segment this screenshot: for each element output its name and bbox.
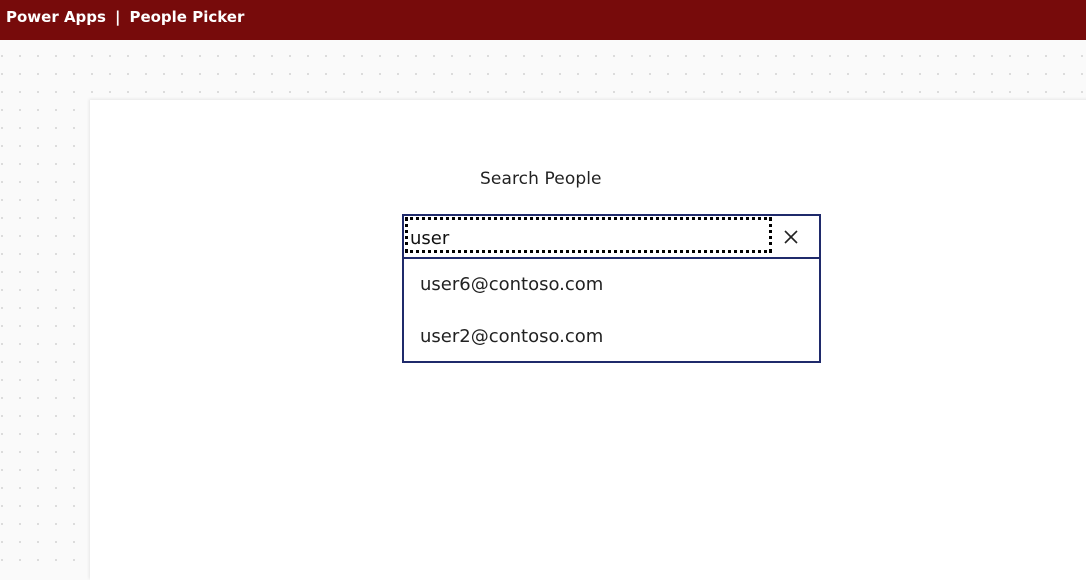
close-icon bbox=[784, 230, 798, 244]
search-label: Search People bbox=[480, 169, 602, 189]
app-header: Power Apps | People Picker bbox=[0, 0, 1086, 40]
result-item[interactable]: user2@contoso.com bbox=[420, 326, 603, 347]
search-input[interactable]: user bbox=[404, 216, 819, 259]
result-item[interactable]: user6@contoso.com bbox=[420, 274, 603, 295]
page-name: People Picker bbox=[129, 8, 245, 26]
search-input-value[interactable]: user bbox=[410, 228, 449, 250]
people-picker: user user6@contoso.com user2@contoso.com bbox=[402, 214, 821, 363]
app-name: Power Apps bbox=[6, 8, 106, 26]
header-separator: | bbox=[114, 8, 121, 26]
input-focus-outline bbox=[405, 217, 772, 253]
clear-button[interactable] bbox=[778, 224, 804, 250]
